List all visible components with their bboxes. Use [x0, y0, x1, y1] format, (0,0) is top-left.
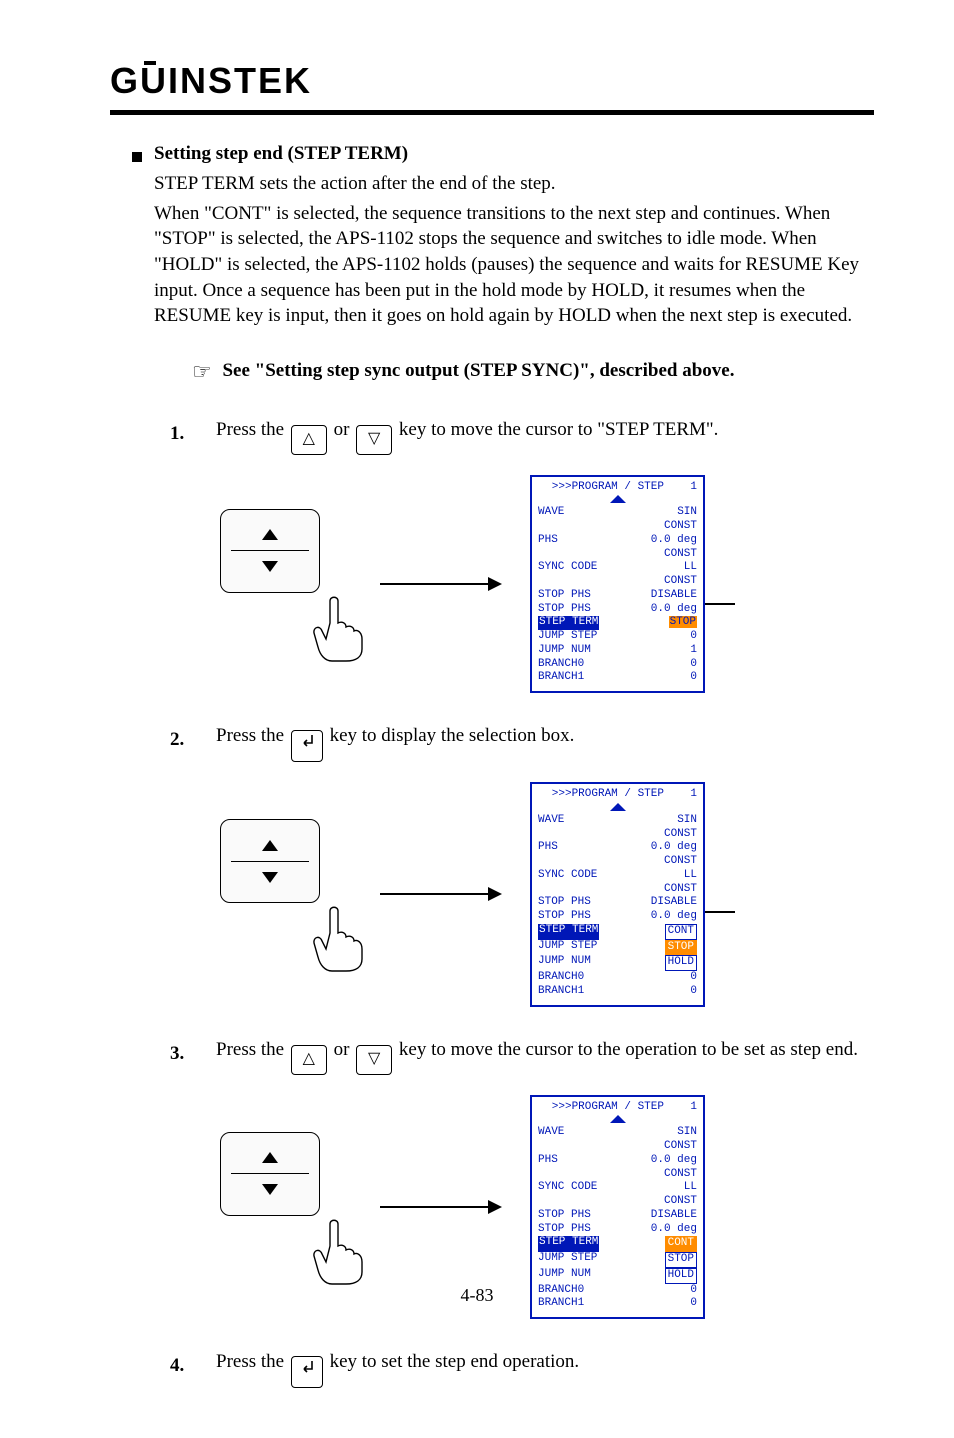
- step-number: 2.: [170, 723, 216, 751]
- up-key-icon: △: [291, 425, 327, 455]
- lcd-screen-2: >>>PROGRAM / STEP 1 WAVESIN CONST PHS0.0…: [530, 782, 705, 1007]
- down-triangle-icon: [262, 872, 278, 883]
- down-key-icon: ▽: [356, 425, 392, 455]
- hand-pointer-icon: [308, 903, 368, 973]
- up-triangle-icon: [262, 529, 278, 540]
- hand-press-up-down: [220, 509, 350, 659]
- section-title: Setting step end (STEP TERM): [154, 143, 408, 165]
- hand-pointer-icon: [308, 593, 368, 663]
- step-4-text: Press the key to set the step end operat…: [216, 1349, 874, 1388]
- down-key-icon: ▽: [356, 1045, 392, 1075]
- enter-key-icon: [291, 1356, 323, 1388]
- step-number: 1.: [170, 417, 216, 445]
- step-number: 3.: [170, 1037, 216, 1065]
- hand-pointer-icon: [308, 1216, 368, 1286]
- down-triangle-icon: [262, 561, 278, 572]
- step-3-text: Press the △ or ▽ key to move the cursor …: [216, 1037, 874, 1075]
- hand-press-up-down: [220, 1132, 350, 1282]
- step-1-text: Press the △ or ▽ key to move t key to mo…: [216, 417, 874, 455]
- up-triangle-icon: [262, 1152, 278, 1163]
- bullet-icon: [132, 152, 142, 162]
- enter-key-icon: [291, 730, 323, 762]
- page-number: 4-83: [0, 1285, 954, 1306]
- intro-text: STEP TERM sets the action after the end …: [154, 171, 864, 197]
- desc-text: When "CONT" is selected, the sequence tr…: [154, 201, 864, 329]
- arrow-right-icon: [380, 893, 500, 895]
- up-key-icon: △: [291, 1045, 327, 1075]
- lcd-screen-1: >>>PROGRAM / STEP 1 WAVESIN CONST PHS0.0…: [530, 475, 705, 694]
- see-reference: ☞ See "Setting step sync output (STEP SY…: [192, 357, 864, 387]
- brand-logo: GUINSTEK: [110, 60, 874, 102]
- up-triangle-icon: [262, 840, 278, 851]
- pointing-hand-icon: ☞: [192, 357, 212, 387]
- arrow-right-icon: [380, 583, 500, 585]
- step-number: 4.: [170, 1349, 216, 1377]
- hand-press-up-down: [220, 819, 350, 969]
- header-rule: [110, 110, 874, 115]
- step-2-text: Press the key to display the selection b…: [216, 723, 874, 762]
- down-triangle-icon: [262, 1184, 278, 1195]
- arrow-right-icon: [380, 1206, 500, 1208]
